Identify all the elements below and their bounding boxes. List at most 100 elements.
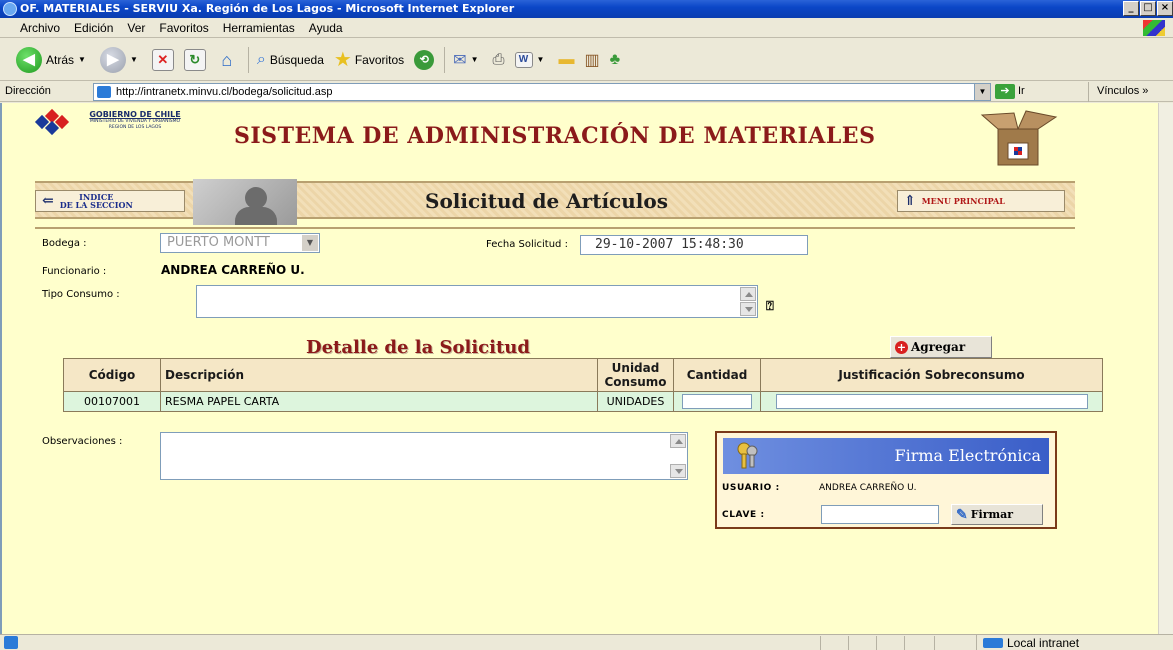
folder-button[interactable]: ▬	[558, 51, 574, 69]
fecha-field[interactable]: 29-10-2007 15:48:30	[580, 235, 808, 255]
back-dropdown-icon[interactable]: ▼	[78, 55, 86, 64]
table-header-row: Código Descripción Unidad Consumo Cantid…	[63, 358, 1103, 392]
status-segment	[904, 636, 905, 650]
col-unidad-consumo: Unidad Consumo	[597, 358, 674, 392]
page-content: GOBIERNO DE CHILE MINISTERIO DE VIVIENDA…	[0, 103, 1158, 634]
pen-icon: ✎	[956, 506, 968, 523]
back-arrow-icon: ◀	[16, 46, 42, 73]
col-unidad-line-2: Consumo	[604, 375, 667, 389]
mail-button[interactable]: ✉ ▼	[453, 50, 482, 70]
window-titlebar: OF. MATERIALES - SERVIU Xa. Región de Lo…	[0, 0, 1173, 18]
col-justificacion: Justificación Sobreconsumo	[760, 358, 1103, 392]
bodega-select[interactable]: PUERTO MONTT ▼	[160, 233, 320, 253]
person-at-computer-image	[193, 179, 297, 225]
keys-icon	[737, 442, 758, 469]
table-row: 00107001 RESMA PAPEL CARTA UNIDADES	[63, 391, 1103, 412]
go-button[interactable]: Ir	[1018, 85, 1025, 97]
col-codigo: Código	[63, 358, 161, 392]
ie-icon	[3, 2, 17, 16]
system-title: SISTEMA DE ADMINISTRACIÓN DE MATERIALES	[234, 123, 876, 149]
forward-dropdown-icon[interactable]: ▼	[130, 55, 138, 64]
home-button[interactable]: ⌂	[216, 49, 238, 71]
status-bar: Local intranet	[0, 634, 1173, 650]
research-button[interactable]: ▥	[584, 50, 599, 70]
go-arrow-icon[interactable]: ➔	[995, 84, 1015, 99]
menu-archivo[interactable]: Archivo	[20, 21, 60, 35]
electronic-signature-panel: Firma Electrónica USUARIO : ANDREA CARRE…	[715, 431, 1057, 529]
row-descripcion: RESMA PAPEL CARTA	[160, 391, 598, 412]
page-title: Solicitud de Artículos	[425, 189, 668, 213]
close-button[interactable]: ×	[1157, 1, 1173, 16]
menu-favoritos[interactable]: Favoritos	[159, 21, 208, 35]
scroll-up-icon[interactable]	[670, 434, 686, 448]
menu-ayuda[interactable]: Ayuda	[309, 21, 343, 35]
refresh-button[interactable]: ↻	[183, 48, 206, 71]
org-line-1: GOBIERNO DE CHILE	[89, 110, 181, 119]
links-button[interactable]: Vínculos »	[1088, 82, 1148, 102]
address-bar: Dirección http://intranetx.minvu.cl/bode…	[0, 82, 1173, 102]
page-scrollbar[interactable]	[1158, 103, 1173, 634]
windows-logo-icon	[1143, 20, 1165, 36]
page-status-icon	[4, 636, 18, 649]
menu-ver[interactable]: Ver	[127, 21, 145, 35]
minimize-button[interactable]: _	[1123, 1, 1139, 16]
add-button[interactable]: + Agregar	[890, 336, 992, 358]
scroll-up-icon[interactable]	[740, 287, 756, 301]
help-lookup-icon[interactable]: ⍰	[766, 299, 784, 315]
tipo-consumo-label: Tipo Consumo :	[42, 289, 120, 300]
clave-input[interactable]	[821, 505, 939, 524]
browser-toolbar: ◀ Atrás ▼ ▶ ▼ ✕ ↻ ⌂ ⌕ Búsqueda ★ Favorit…	[0, 39, 1173, 81]
main-menu-label: MENU PRINCIPAL	[921, 196, 1005, 206]
edit-button[interactable]: W ▼	[514, 51, 549, 68]
box-icon	[980, 110, 1058, 166]
search-button[interactable]: ⌕ Búsqueda	[257, 51, 324, 69]
section-banner: ⇐ INDICE DE LA SECCION Solicitud de Artí…	[35, 179, 1075, 225]
section-index-button[interactable]: ⇐ INDICE DE LA SECCION	[35, 190, 185, 212]
usuario-value: ANDREA CARREÑO U.	[819, 483, 917, 493]
usuario-label: USUARIO :	[722, 483, 780, 493]
bodega-value: PUERTO MONTT	[167, 235, 270, 250]
status-segment	[934, 636, 935, 650]
firmar-button[interactable]: ✎ Firmar	[951, 504, 1043, 525]
scroll-down-icon[interactable]	[670, 464, 686, 478]
folder-icon: ▬	[558, 50, 575, 68]
favorites-button[interactable]: ★ Favoritos	[334, 47, 404, 72]
stop-button[interactable]: ✕	[151, 48, 174, 71]
bodega-dropdown-icon[interactable]: ▼	[302, 235, 318, 251]
forward-arrow-icon: ▶	[99, 46, 126, 73]
forward-button[interactable]: ▶ ▼	[99, 46, 142, 73]
org-line-3: REGION DE LOS LAGOS	[108, 125, 162, 130]
plus-icon: +	[895, 340, 908, 354]
security-zone: Local intranet	[976, 635, 1079, 650]
address-dropdown-icon[interactable]: ▼	[974, 84, 990, 100]
left-arrow-icon: ⇐	[42, 193, 54, 209]
history-button[interactable]: ⟲	[414, 49, 435, 70]
scroll-down-icon[interactable]	[740, 302, 756, 316]
edit-dropdown-icon[interactable]: ▼	[537, 55, 545, 64]
fecha-label: Fecha Solicitud :	[486, 239, 568, 250]
main-menu-button[interactable]: ⇑ MENU PRINCIPAL	[897, 190, 1065, 212]
address-label: Dirección	[5, 85, 51, 97]
tipo-consumo-textarea[interactable]	[196, 285, 758, 318]
favorites-star-icon: ★	[333, 49, 352, 71]
stop-icon: ✕	[151, 48, 174, 71]
back-button[interactable]: ◀ Atrás ▼	[16, 46, 90, 73]
cantidad-input[interactable]	[682, 394, 752, 409]
observaciones-textarea[interactable]	[160, 432, 688, 480]
justificacion-input[interactable]	[775, 394, 1088, 409]
detail-table: Código Descripción Unidad Consumo Cantid…	[63, 358, 1103, 412]
print-button[interactable]: ⎙	[493, 51, 505, 68]
maximize-button[interactable]: □	[1140, 1, 1156, 16]
section-index-line-2: DE LA SECCION	[59, 200, 133, 210]
messenger-button[interactable]: ♣	[610, 51, 621, 69]
toolbar-separator	[247, 46, 249, 73]
menu-herramientas[interactable]: Herramientas	[223, 21, 295, 35]
mail-dropdown-icon[interactable]: ▼	[471, 55, 479, 64]
favorites-label: Favoritos	[354, 52, 405, 67]
firmar-label: Firmar	[970, 508, 1014, 521]
address-input[interactable]: http://intranetx.minvu.cl/bodega/solicit…	[93, 83, 991, 101]
bodega-label: Bodega :	[42, 238, 87, 249]
menu-edicion[interactable]: Edición	[74, 21, 113, 35]
row-justificacion-cell	[760, 391, 1103, 412]
window-controls: _ □ ×	[1123, 1, 1173, 16]
